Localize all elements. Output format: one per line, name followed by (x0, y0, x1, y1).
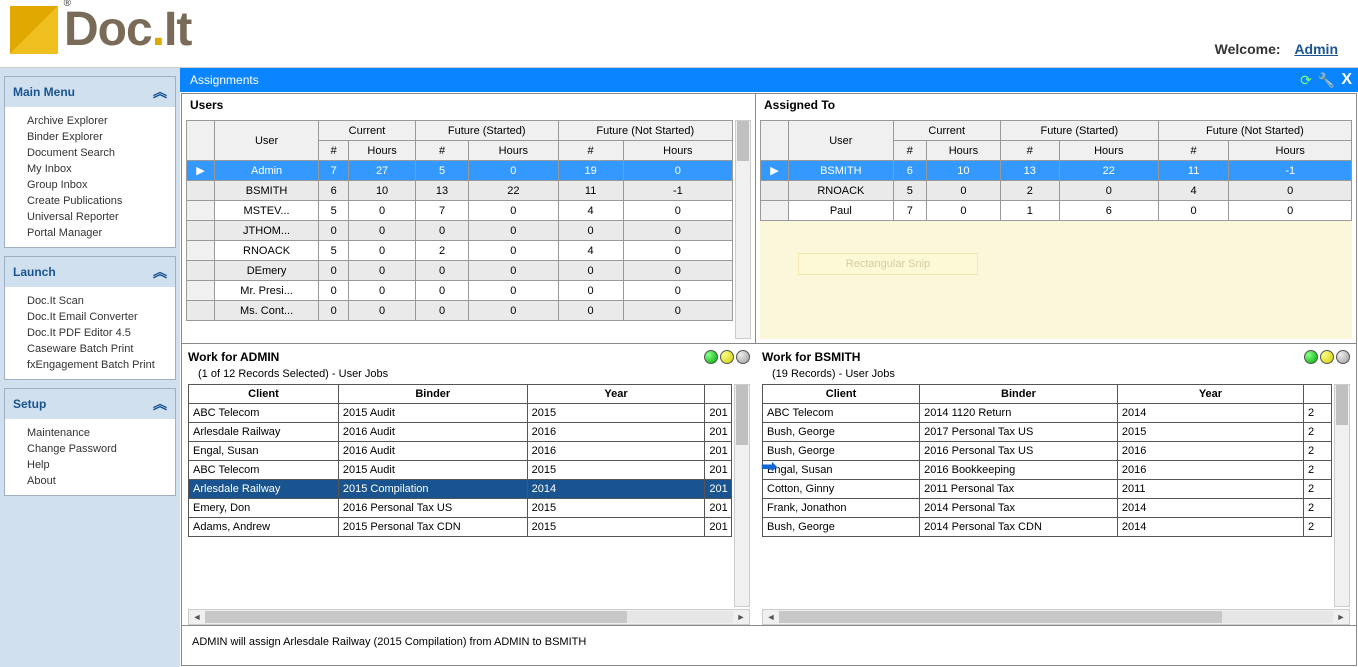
sidebar-item[interactable]: Doc.It Email Converter (27, 309, 175, 325)
table-row[interactable]: RNOACK502040 (761, 181, 1352, 201)
logo-text-2: It (164, 2, 191, 57)
sidebar-item[interactable]: fxEngagement Batch Print (27, 357, 175, 373)
work-bsmith-vscroll[interactable] (1334, 384, 1350, 607)
sidebar-item[interactable]: About (27, 473, 175, 489)
sidebar-item[interactable]: Portal Manager (27, 225, 175, 241)
sidebar: Main Menu ︽ Archive ExplorerBinder Explore… (0, 68, 180, 667)
users-title: Users (182, 94, 755, 116)
sidebar-item[interactable]: Universal Reporter (27, 209, 175, 225)
sidebar-item[interactable]: Binder Explorer (27, 129, 175, 145)
status-light-green[interactable] (1304, 350, 1318, 364)
chevron-up-icon: ︽ (153, 82, 167, 102)
panel-header[interactable]: Launch ︽ (5, 257, 175, 287)
refresh-icon[interactable]: ⟳ (1300, 72, 1312, 89)
work-bsmith-grid[interactable]: ClientBinderYearABC Telecom2014 1120 Ret… (762, 384, 1332, 537)
table-row[interactable]: RNOACK502040 (187, 241, 733, 261)
logo: Doc.It (10, 2, 191, 57)
sidebar-item[interactable]: Caseware Batch Print (27, 341, 175, 357)
table-row[interactable]: Ms. Cont...000000 (187, 301, 733, 321)
work-admin-vscroll[interactable] (734, 384, 750, 607)
logo-text-1: Doc (64, 2, 152, 57)
sidebar-item[interactable]: Help (27, 457, 175, 473)
users-scrollbar[interactable] (735, 120, 751, 339)
table-row[interactable]: Cotton, Ginny2011 Personal Tax20112 (763, 480, 1332, 499)
status-light-yellow[interactable] (720, 350, 734, 364)
panel-title: Main Menu (13, 85, 75, 99)
sidebar-item[interactable]: Document Search (27, 145, 175, 161)
work-admin-hscroll[interactable]: ◄► (188, 609, 750, 625)
table-row[interactable]: MSTEV...507040 (187, 201, 733, 221)
sidebar-item[interactable]: Archive Explorer (27, 113, 175, 129)
panel-header[interactable]: Main Menu ︽ (5, 77, 175, 107)
status-light-gray[interactable] (736, 350, 750, 364)
work-admin-title: Work for ADMIN (188, 350, 279, 364)
status-light-yellow[interactable] (1320, 350, 1334, 364)
welcome-label: Welcome: (1215, 41, 1281, 57)
sidebar-item[interactable]: Create Publications (27, 193, 175, 209)
sidebar-item[interactable]: Doc.It PDF Editor 4.5 (27, 325, 175, 341)
work-bsmith-hscroll[interactable]: ◄► (762, 609, 1350, 625)
panel-header[interactable]: Setup ︽ (5, 389, 175, 419)
table-row[interactable]: Adams, Andrew2015 Personal Tax CDN201520… (189, 518, 732, 537)
transfer-arrow-icon[interactable]: ➡ (761, 454, 778, 479)
work-bsmith-title: Work for BSMITH (762, 350, 860, 364)
work-bsmith-records: (19 Records) - User Jobs (762, 366, 1350, 384)
assigned-grid[interactable]: UserCurrentFuture (Started)Future (Not S… (760, 120, 1352, 221)
table-row[interactable]: ▶Admin72750190 (187, 161, 733, 181)
table-row[interactable]: Mr. Presi...000000 (187, 281, 733, 301)
table-row[interactable]: JTHOM...000000 (187, 221, 733, 241)
panel-title: Setup (13, 397, 46, 411)
chevron-up-icon: ︽ (153, 262, 167, 282)
table-row[interactable]: Paul701600 (761, 201, 1352, 221)
table-row[interactable]: DEmery000000 (187, 261, 733, 281)
logo-dot: . (152, 2, 164, 57)
table-row[interactable]: Bush, George2017 Personal Tax US20152 (763, 423, 1332, 442)
table-row[interactable]: ABC Telecom2015 Audit2015201 (189, 404, 732, 423)
assigned-title: Assigned To (756, 94, 1356, 116)
sidebar-item[interactable]: Maintenance (27, 425, 175, 441)
close-icon[interactable]: X (1341, 71, 1352, 89)
sidebar-item[interactable]: Change Password (27, 441, 175, 457)
table-row[interactable]: Arlesdale Railway2016 Audit2016201 (189, 423, 732, 442)
work-admin-grid[interactable]: ClientBinderYearABC Telecom2015 Audit201… (188, 384, 732, 537)
table-row[interactable]: Emery, Don2016 Personal Tax US2015201 (189, 499, 732, 518)
status-light-gray[interactable] (1336, 350, 1350, 364)
sidebar-item[interactable]: Doc.It Scan (27, 293, 175, 309)
rectangular-snip-button: Rectangular Snip (798, 253, 978, 275)
welcome-block: Welcome: Admin (1215, 41, 1338, 57)
status-bar: ADMIN will assign Arlesdale Railway (201… (182, 625, 1356, 665)
table-row[interactable]: Arlesdale Railway2015 Compilation2014201 (189, 480, 732, 499)
table-row[interactable]: Frank, Jonathon2014 Personal Tax20142 (763, 499, 1332, 518)
table-row[interactable]: ABC Telecom2015 Audit2015201 (189, 461, 732, 480)
table-row[interactable]: Bush, George2016 Personal Tax US20162 (763, 442, 1332, 461)
table-row[interactable]: ▶BSMITH610132211-1 (761, 161, 1352, 181)
work-admin-records: (1 of 12 Records Selected) - User Jobs (188, 366, 750, 384)
welcome-user-link[interactable]: Admin (1294, 41, 1338, 57)
sidebar-item[interactable]: Group Inbox (27, 177, 175, 193)
table-row[interactable]: Bush, George2014 Personal Tax CDN20142 (763, 518, 1332, 537)
sidebar-item[interactable]: My Inbox (27, 161, 175, 177)
panel-title: Launch (13, 265, 56, 279)
users-grid[interactable]: UserCurrentFuture (Started)Future (Not S… (186, 120, 733, 321)
tab-title: Assignments (190, 73, 259, 87)
wrench-icon[interactable]: 🔧 (1318, 72, 1335, 89)
table-row[interactable]: Engal, Susan2016 Bookkeeping20162 (763, 461, 1332, 480)
table-row[interactable]: Engal, Susan2016 Audit2016201 (189, 442, 732, 461)
logo-mark-icon (10, 6, 58, 54)
chevron-up-icon: ︽ (153, 394, 167, 414)
table-row[interactable]: ABC Telecom2014 1120 Return20142 (763, 404, 1332, 423)
table-row[interactable]: BSMITH610132211-1 (187, 181, 733, 201)
tab-bar: Assignments ⟳ 🔧 X (180, 68, 1358, 92)
status-light-green[interactable] (704, 350, 718, 364)
